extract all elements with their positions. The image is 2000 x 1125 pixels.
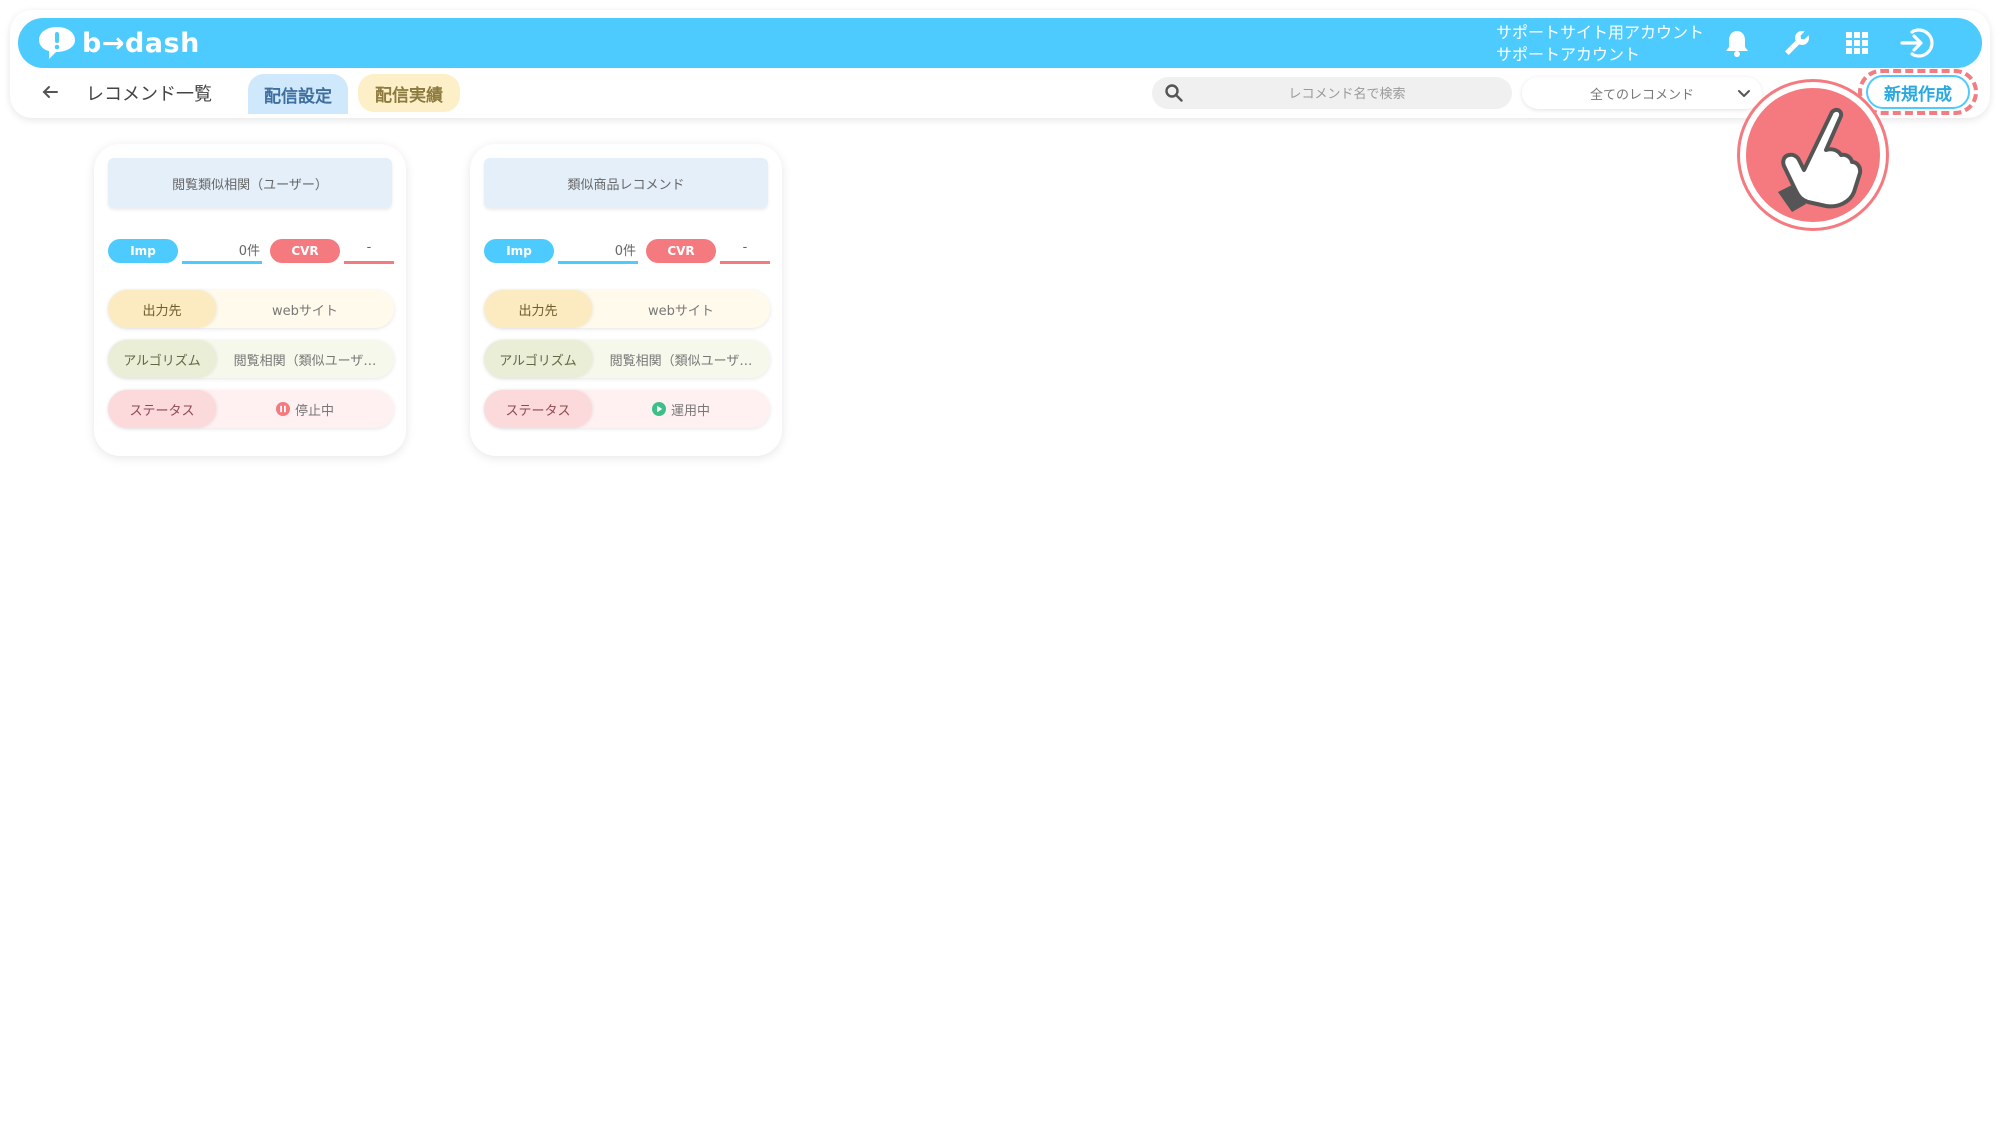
imp-badge: Imp xyxy=(484,239,554,263)
output-value: webサイト xyxy=(272,303,338,319)
imp-badge: Imp xyxy=(108,239,178,263)
cvr-badge: CVR xyxy=(270,239,340,263)
search-icon xyxy=(1165,84,1183,102)
output-row: 出力先 webサイト xyxy=(108,290,394,328)
new-create-button[interactable]: 新規作成 xyxy=(1866,75,1970,109)
recommend-card: 類似商品レコメンド Imp 0件 CVR - 出力先 webサイト アルゴリズム… xyxy=(470,144,782,456)
recommend-filter-select[interactable]: 全てのレコメンド xyxy=(1522,77,1762,109)
play-icon xyxy=(651,402,666,416)
logo[interactable]: b→dash xyxy=(36,24,200,62)
algorithm-value: 閲覧相関（類似ユーザ… xyxy=(233,353,377,369)
imp-value: 0件 xyxy=(558,240,638,264)
algorithm-label: アルゴリズム xyxy=(108,340,216,378)
logo-text: b→dash xyxy=(82,27,200,59)
account-user: サポートアカウント xyxy=(1496,45,1641,64)
cvr-value: - xyxy=(344,240,394,264)
card-title[interactable]: 閲覧類似相関（ユーザー） xyxy=(108,158,392,208)
grid-icon[interactable] xyxy=(1840,26,1874,60)
output-label: 出力先 xyxy=(108,290,216,328)
output-value: webサイト xyxy=(648,303,714,319)
account-info[interactable]: サポートサイト用アカウント サポートアカウント xyxy=(1496,22,1704,66)
hand-pointer-icon xyxy=(1778,107,1863,212)
status-label: ステータス xyxy=(108,390,216,428)
output-row: 出力先 webサイト xyxy=(484,290,770,328)
click-pointer-badge xyxy=(1740,82,1886,228)
account-name: サポートサイト用アカウント xyxy=(1496,23,1705,42)
search-box xyxy=(1152,77,1512,109)
algorithm-row: アルゴリズム 閲覧相関（類似ユーザ… xyxy=(108,340,394,378)
logout-icon[interactable] xyxy=(1900,26,1934,60)
algorithm-label: アルゴリズム xyxy=(484,340,592,378)
top-bar: b→dash サポートサイト用アカウント サポートアカウント xyxy=(18,18,1982,68)
algorithm-row: アルゴリズム 閲覧相関（類似ユーザ… xyxy=(484,340,770,378)
algorithm-value: 閲覧相関（類似ユーザ… xyxy=(609,353,753,369)
status-text: 停止中 xyxy=(294,403,334,419)
page-title: レコメンド一覧 xyxy=(86,84,212,105)
logo-bubble-icon xyxy=(39,27,75,59)
cvr-badge: CVR xyxy=(646,239,716,263)
filter-selected-value: 全てのレコメンド xyxy=(1589,87,1694,103)
imp-value: 0件 xyxy=(182,240,262,264)
wrench-icon[interactable] xyxy=(1780,26,1814,60)
status-value: 停止中 xyxy=(216,400,394,419)
back-arrow-icon[interactable] xyxy=(38,80,62,104)
status-label: ステータス xyxy=(484,390,592,428)
recommend-card: 閲覧類似相関（ユーザー） Imp 0件 CVR - 出力先 webサイト アルゴ… xyxy=(94,144,406,456)
bell-icon[interactable] xyxy=(1720,26,1754,60)
status-row: ステータス 停止中 xyxy=(108,390,394,428)
output-label: 出力先 xyxy=(484,290,592,328)
search-input[interactable] xyxy=(1192,77,1502,109)
cvr-value: - xyxy=(720,240,770,264)
status-row: ステータス 運用中 xyxy=(484,390,770,428)
tab-delivery-settings[interactable]: 配信設定 xyxy=(248,74,348,114)
status-text: 運用中 xyxy=(670,403,710,419)
pause-icon xyxy=(275,402,290,416)
card-title[interactable]: 類似商品レコメンド xyxy=(484,158,768,208)
status-value: 運用中 xyxy=(592,400,770,419)
tab-delivery-results[interactable]: 配信実績 xyxy=(358,74,460,112)
